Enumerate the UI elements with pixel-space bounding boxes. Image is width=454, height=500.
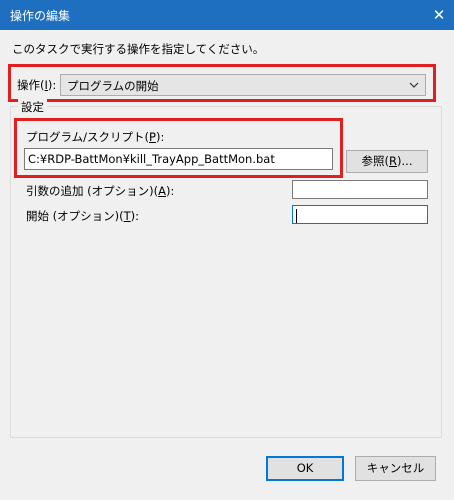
arguments-label: 引数の追加 (オプション)(A): (26, 183, 174, 199)
window-title: 操作の編集 (10, 9, 71, 23)
text-caret (296, 209, 297, 223)
start-in-label: 開始 (オプション)(T): (26, 208, 139, 224)
start-in-label-key: T (123, 209, 131, 223)
close-icon: ✕ (432, 6, 446, 24)
start-in-label-suffix: ): (130, 209, 140, 223)
browse-button-prefix: 参照( (361, 154, 390, 168)
highlight-box-program (14, 118, 343, 178)
start-in-field[interactable] (292, 205, 428, 224)
browse-button[interactable]: 参照(R)... (346, 150, 428, 173)
browse-button-key: R (389, 154, 398, 168)
settings-legend: 設定 (18, 99, 47, 115)
instruction-text: このタスクで実行する操作を指定してください。 (12, 42, 265, 56)
cancel-button[interactable]: キャンセル (355, 456, 436, 481)
close-button[interactable]: ✕ (424, 0, 454, 30)
arguments-label-key: A (158, 184, 166, 198)
highlight-box-action (8, 64, 436, 102)
ok-button[interactable]: OK (266, 456, 344, 481)
arguments-label-suffix: ): (166, 184, 175, 198)
arguments-field[interactable] (292, 180, 428, 199)
browse-button-suffix: )... (397, 154, 413, 168)
arguments-label-prefix: 引数の追加 (オプション)( (26, 184, 159, 198)
start-in-label-prefix: 開始 (オプション)( (26, 209, 124, 223)
